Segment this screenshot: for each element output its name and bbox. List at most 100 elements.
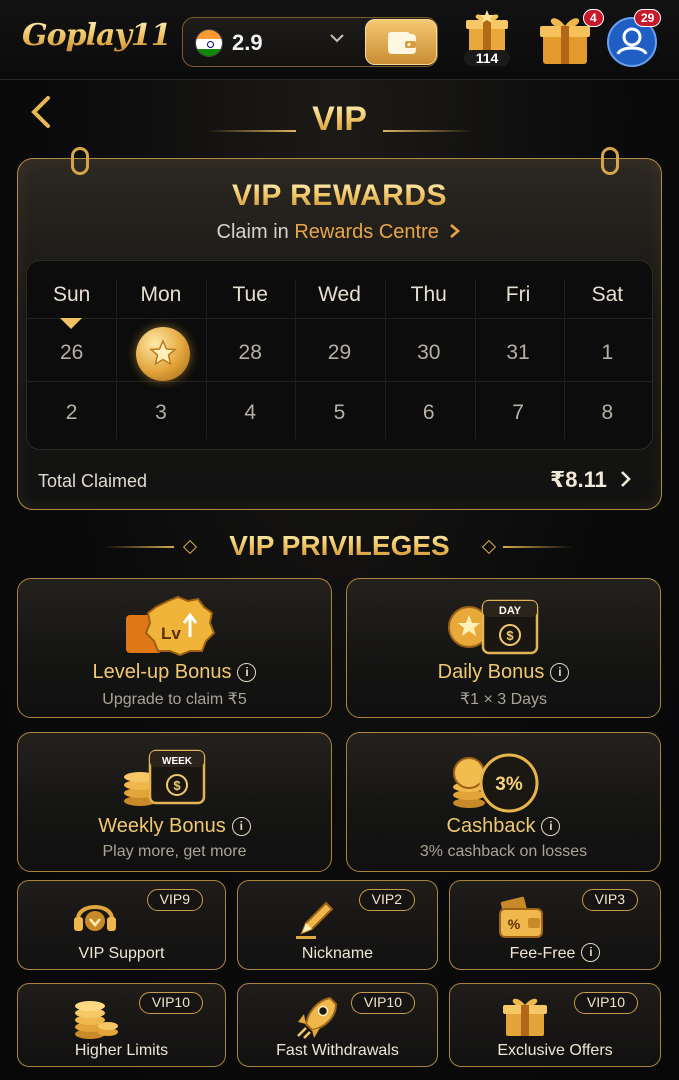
calendar-day: 30 — [417, 341, 441, 364]
pencil-icon — [296, 901, 334, 939]
calendar-weekdays: Sun Mon Tue Wed Thu Fri Sat — [27, 283, 652, 307]
gift-count: 114 — [464, 50, 510, 66]
vip-support-card[interactable]: VIP9 VIP Support — [17, 880, 226, 970]
card-title: Daily Bonus i — [347, 661, 660, 684]
weekday-label: Sat — [591, 283, 624, 306]
calendar-day: 29 — [327, 341, 352, 364]
card-title: Level-up Bonus i — [18, 661, 331, 684]
binder-ring-icon — [71, 147, 89, 175]
calendar-day: 8 — [601, 401, 614, 424]
calendar-day: 5 — [333, 401, 346, 424]
cashback-card[interactable]: 3% Cashback i 3% cashback on losses — [346, 732, 661, 872]
card-label: VIP Support — [78, 945, 165, 962]
gift-box-counter[interactable]: 114 — [461, 10, 517, 70]
level-icon-text: Lv — [161, 624, 181, 643]
calendar-day: 31 — [506, 341, 530, 364]
card-subtitle: Upgrade to claim ₹5 — [102, 691, 247, 708]
calendar-day: 3 — [155, 401, 167, 424]
nickname-card[interactable]: VIP2 Nickname — [237, 880, 438, 970]
card-title: Weekly Bonus i — [18, 815, 331, 838]
page-title: VIP — [0, 100, 679, 139]
svg-text:%: % — [508, 916, 521, 932]
rewards-centre-link[interactable]: Rewards Centre — [294, 221, 439, 243]
card-label: Fee-Free i — [450, 943, 660, 963]
rewards-claim-link[interactable]: Claim in Rewards Centre — [18, 221, 661, 244]
card-label: Higher Limits — [74, 1042, 169, 1059]
weekday-label: Tue — [232, 283, 268, 306]
total-claimed-label: Total Claimed — [38, 471, 148, 491]
privileges-title: VIP PRIVILEGES — [0, 530, 679, 562]
level-up-icon: Lv — [18, 593, 331, 659]
level-up-bonus-card[interactable]: Lv Level-up Bonus i Upgrade to claim ₹5 — [17, 578, 332, 718]
vip-rewards-card: VIP REWARDS Claim in Rewards Centre Sun … — [17, 147, 662, 510]
calendar-day: 2 — [65, 401, 78, 424]
chevron-down-icon[interactable] — [329, 30, 345, 51]
day-icon-text: DAY — [499, 605, 522, 617]
svg-text:$: $ — [173, 778, 181, 793]
svg-text:$: $ — [506, 628, 514, 643]
vip-level-badge: VIP9 — [146, 889, 203, 911]
wallet-icon — [388, 32, 416, 54]
gift-icon — [503, 998, 547, 1036]
info-icon[interactable]: i — [231, 817, 251, 836]
vip-level-badge: VIP10 — [573, 992, 638, 1014]
wallet-button[interactable] — [365, 19, 437, 65]
info-icon[interactable]: i — [237, 663, 257, 682]
calendar-day: 28 — [238, 341, 262, 364]
card-title-text: Cashback — [446, 815, 536, 837]
calendar-week-1: 26 28 29 30 31 1 — [27, 341, 652, 365]
weekday-label: Sun — [52, 283, 91, 306]
today-marker-icon — [60, 318, 82, 329]
weekday-label: Mon — [140, 283, 182, 306]
fee-free-card[interactable]: VIP3 % Fee-Free i — [449, 880, 661, 970]
rewards-gift-button[interactable]: 4 — [539, 9, 604, 70]
card-label-text: Fee-Free — [509, 945, 576, 962]
rocket-icon — [297, 996, 338, 1039]
info-icon[interactable]: i — [541, 817, 561, 836]
headset-icon — [74, 905, 116, 931]
weekly-calendar-icon: WEEK $ — [18, 747, 331, 813]
india-flag-icon — [195, 29, 223, 57]
card-title: Cashback i — [347, 815, 660, 838]
total-claimed-amount: ₹8.11 — [549, 467, 607, 492]
calendar-day: 7 — [512, 401, 524, 424]
binder-ring-icon — [601, 147, 619, 175]
title-divider-left — [206, 130, 296, 132]
week-icon-text: WEEK — [162, 756, 193, 767]
claim-prefix: Claim in — [216, 221, 289, 243]
card-subtitle: Play more, get more — [102, 843, 247, 860]
top-bar: Goplay11 2.9 114 4 29 — [0, 0, 679, 80]
discount-wallet-icon: % — [499, 896, 543, 938]
cashback-icon-text: 3% — [495, 774, 523, 795]
card-label: Exclusive Offers — [497, 1042, 613, 1059]
exclusive-offers-card[interactable]: VIP10 Exclusive Offers — [449, 983, 661, 1067]
card-label: Fast Withdrawals — [276, 1042, 399, 1059]
card-label: Nickname — [301, 945, 374, 962]
star-coin-icon — [136, 327, 190, 381]
info-icon[interactable]: i — [581, 943, 601, 962]
reward-calendar: Sun Mon Tue Wed Thu Fri Sat 26 28 29 30 … — [26, 260, 653, 450]
fast-withdrawals-card[interactable]: VIP10 Fast Withdrawals — [237, 983, 438, 1067]
card-title-text: Weekly Bonus — [98, 815, 226, 837]
card-subtitle: ₹1 × 3 Days — [459, 691, 548, 708]
calendar-day: 6 — [422, 401, 435, 424]
weekday-label: Thu — [410, 283, 447, 306]
balance-selector[interactable]: 2.9 — [182, 17, 438, 67]
higher-limits-card[interactable]: VIP10 Higher Limits — [17, 983, 226, 1067]
card-title-text: Daily Bonus — [437, 661, 545, 683]
vip-level-badge: VIP3 — [581, 889, 638, 911]
app-logo[interactable]: Goplay11 — [22, 18, 172, 53]
weekday-label: Wed — [318, 283, 361, 306]
info-icon[interactable]: i — [550, 663, 570, 682]
vip-level-badge: VIP10 — [138, 992, 203, 1014]
weekly-bonus-card[interactable]: WEEK $ Weekly Bonus i Play more, get more — [17, 732, 332, 872]
section-divider-right — [503, 546, 573, 548]
gift-badge: 4 — [583, 9, 604, 27]
profile-button[interactable]: 29 — [606, 9, 662, 70]
daily-calendar-icon: DAY $ — [347, 593, 660, 659]
vip-level-badge: VIP2 — [358, 889, 415, 911]
daily-bonus-card[interactable]: DAY $ Daily Bonus i ₹1 × 3 Days — [346, 578, 661, 718]
total-claimed-value[interactable]: ₹8.11 — [550, 467, 633, 493]
chevron-right-icon — [450, 224, 461, 238]
calendar-week-2: 2 3 4 5 6 7 8 — [27, 401, 652, 425]
